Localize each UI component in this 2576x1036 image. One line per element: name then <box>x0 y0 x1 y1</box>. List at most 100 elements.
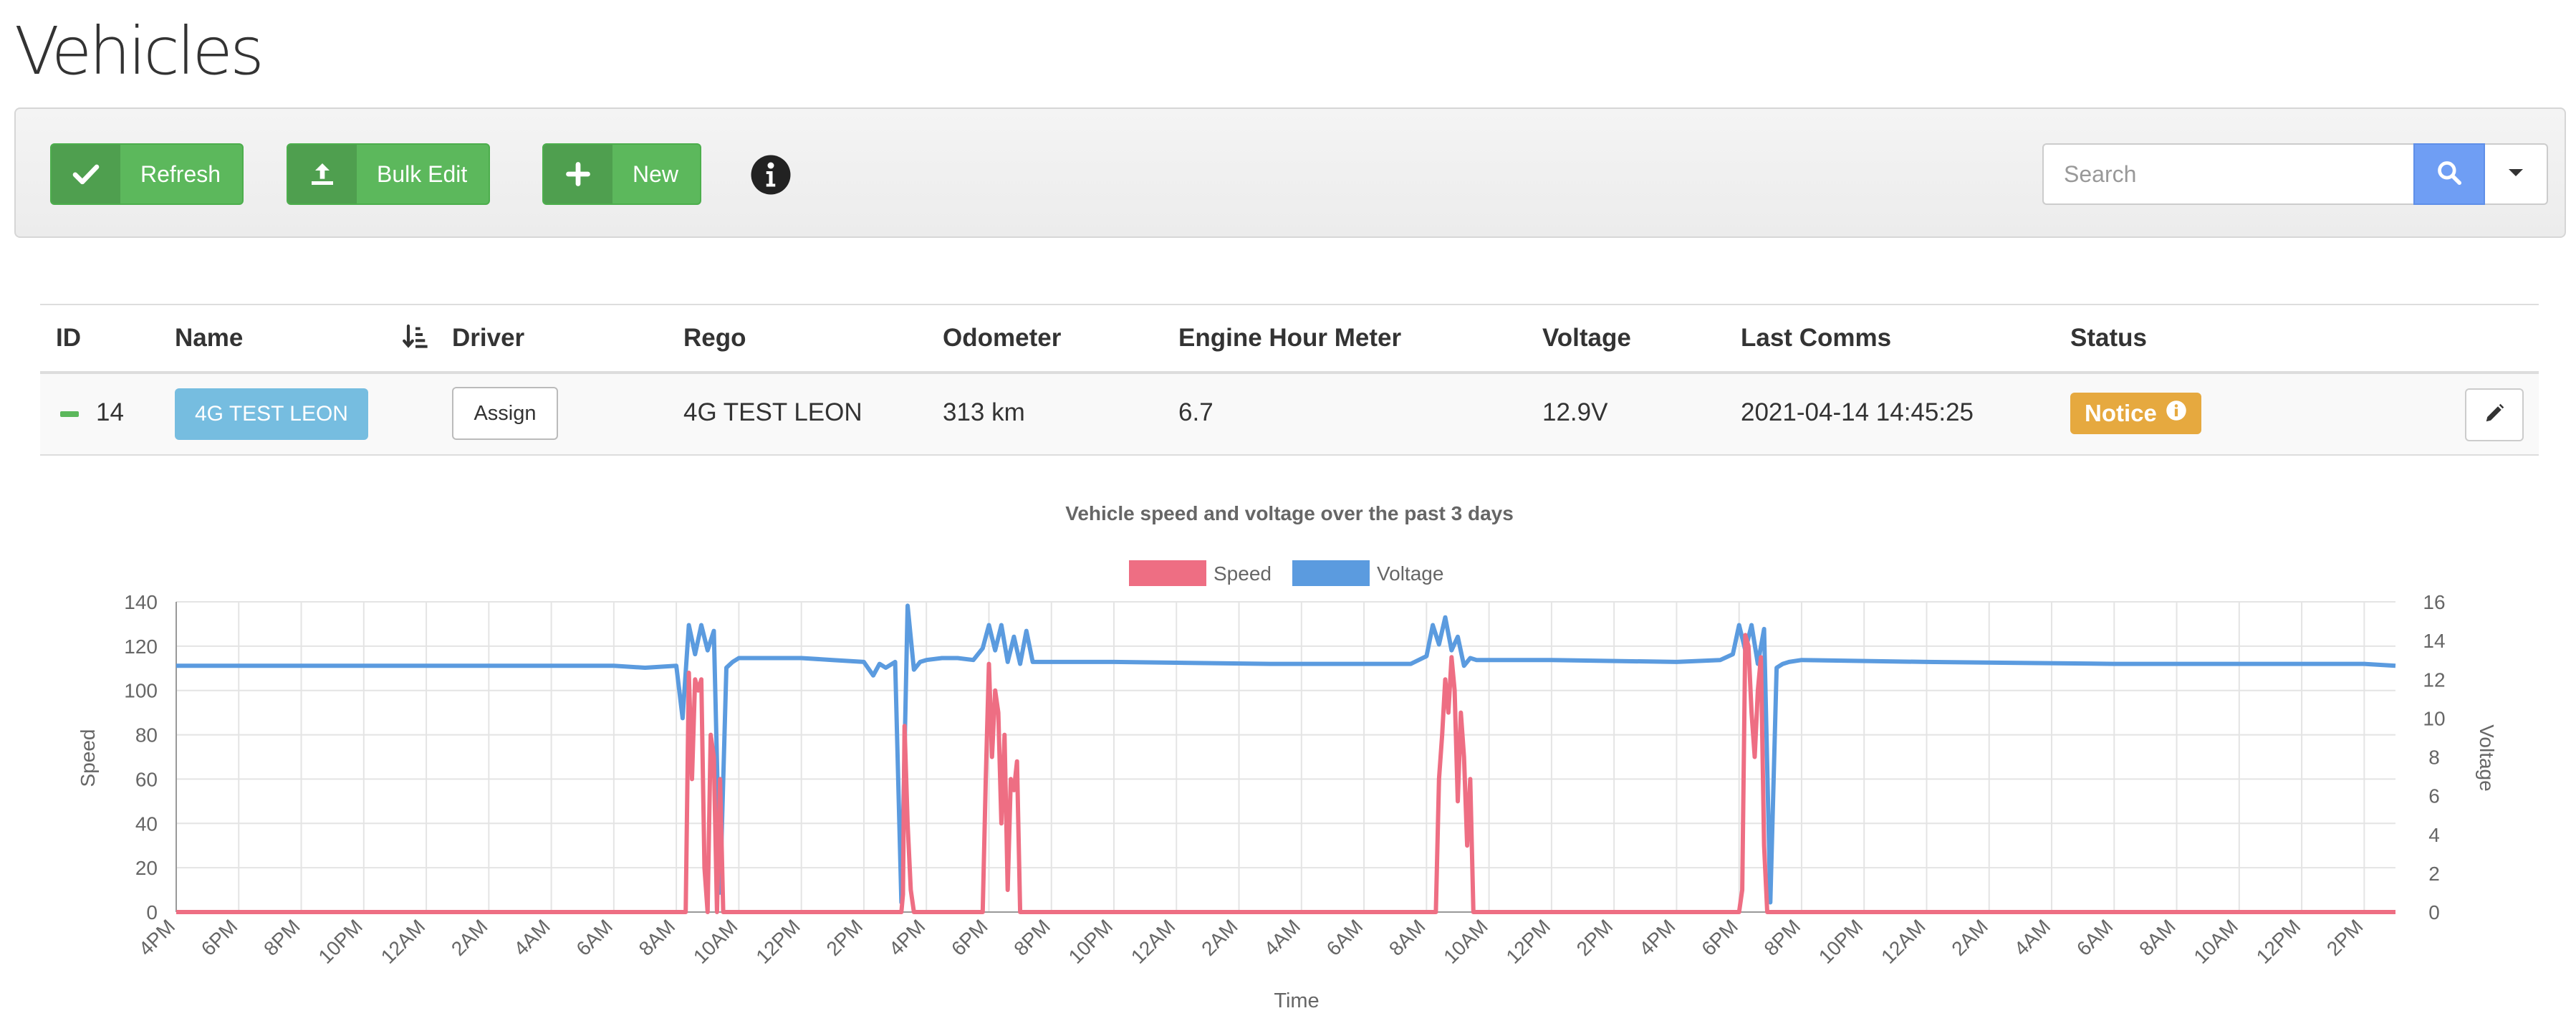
x-tick-label: 4AM <box>2010 915 2055 960</box>
cell-voltage: 12.9V <box>1542 398 1608 426</box>
col-header-name[interactable]: Name <box>175 324 243 352</box>
y-tick-label-left: 100 <box>124 680 158 702</box>
y-tick-label-right: 0 <box>2428 901 2440 924</box>
y-tick-label-left: 20 <box>135 857 158 879</box>
x-tick-label: 6PM <box>197 915 242 960</box>
y-tick-label-left: 40 <box>135 812 158 835</box>
col-header-rego[interactable]: Rego <box>683 324 746 352</box>
x-tick-label: 6PM <box>947 915 992 960</box>
info-icon[interactable] <box>749 153 792 196</box>
x-tick-label: 4PM <box>1635 915 1680 960</box>
x-tick-label: 10AM <box>689 915 742 968</box>
toolbar: Refresh Bulk Edit New <box>14 107 2566 238</box>
y-axis-title-right: Voltage <box>2476 724 2498 791</box>
table-row[interactable]: 14 4G TEST LEON Assign 4G TEST LEON 313 … <box>40 374 2539 456</box>
bulk-edit-button[interactable]: Bulk Edit <box>287 143 491 205</box>
cell-engine-hours: 6.7 <box>1178 398 1213 426</box>
x-tick-label: 12AM <box>1127 915 1180 968</box>
col-header-id[interactable]: ID <box>56 324 81 352</box>
y-tick-label-right: 2 <box>2428 863 2440 885</box>
edit-button[interactable] <box>2465 388 2524 441</box>
x-tick-label: 6PM <box>1697 915 1742 960</box>
y-tick-label-right: 12 <box>2423 668 2445 691</box>
x-tick-label: 4AM <box>509 915 554 960</box>
cell-id: 14 <box>96 398 124 426</box>
x-tick-label: 12AM <box>377 915 430 968</box>
bulk-edit-label: Bulk Edit <box>377 160 468 187</box>
x-tick-label: 12PM <box>751 915 804 968</box>
y-tick-label-left: 0 <box>146 901 158 924</box>
search-input[interactable] <box>2042 143 2415 205</box>
new-label: New <box>633 160 679 187</box>
x-tick-label: 8PM <box>1760 915 1805 960</box>
status-badge[interactable]: Notice <box>2070 393 2201 434</box>
x-tick-label: 10AM <box>1439 915 1492 968</box>
speed-series-line <box>176 633 2395 914</box>
x-tick-label: 4PM <box>135 915 180 960</box>
y-tick-label-left: 60 <box>135 768 158 790</box>
x-axis-title: Time <box>1274 989 1319 1012</box>
refresh-button[interactable]: Refresh <box>50 143 244 205</box>
x-tick-label: 6AM <box>2072 915 2118 960</box>
new-button[interactable]: New <box>542 143 702 205</box>
x-tick-label: 6AM <box>572 915 617 960</box>
upload-icon <box>288 145 357 203</box>
col-header-odometer[interactable]: Odometer <box>943 324 1061 352</box>
x-tick-label: 8AM <box>1385 915 1430 960</box>
cell-last-comms: 2021-04-14 14:45:25 <box>1741 398 1974 426</box>
check-icon <box>52 145 120 203</box>
refresh-label: Refresh <box>140 160 221 187</box>
y-tick-label-right: 10 <box>2423 707 2445 729</box>
search-options-dropdown[interactable] <box>2485 143 2548 205</box>
x-tick-label: 8AM <box>635 915 680 960</box>
search-button[interactable] <box>2413 143 2485 205</box>
x-tick-label: 8PM <box>1009 915 1054 960</box>
y-tick-label-right: 14 <box>2423 630 2445 652</box>
cell-odometer: 313 km <box>943 398 1025 426</box>
sort-icon[interactable] <box>401 322 430 355</box>
col-header-driver[interactable]: Driver <box>452 324 524 352</box>
y-tick-label-right: 4 <box>2428 824 2440 846</box>
x-tick-label: 4PM <box>885 915 930 960</box>
speed-voltage-chart: Vehicle speed and voltage over the past … <box>77 502 2498 1012</box>
col-header-voltage[interactable]: Voltage <box>1542 324 1631 352</box>
plus-icon <box>544 145 612 203</box>
cell-rego: 4G TEST LEON <box>683 398 862 426</box>
x-tick-label: 2PM <box>2322 915 2368 960</box>
x-tick-label: 2PM <box>822 915 868 960</box>
table-header: ID Name Driver Rego Odometer Engine Hour… <box>40 304 2539 374</box>
page-title: Vehicles <box>14 13 264 90</box>
x-tick-label: 12PM <box>2252 915 2305 968</box>
x-tick-label: 10AM <box>2189 915 2242 968</box>
assign-driver-button[interactable]: Assign <box>452 387 558 440</box>
legend-label-voltage: Voltage <box>1377 562 1443 585</box>
legend-swatch-voltage <box>1292 560 1370 586</box>
y-tick-label-left: 80 <box>135 724 158 747</box>
x-tick-label: 10PM <box>1815 915 1868 968</box>
x-tick-label: 8PM <box>259 915 304 960</box>
col-header-last-comms[interactable]: Last Comms <box>1741 324 1891 352</box>
x-tick-label: 2PM <box>1572 915 1618 960</box>
x-tick-label: 2AM <box>447 915 492 960</box>
y-axis-title-left: Speed <box>77 729 99 787</box>
y-tick-label-right: 16 <box>2423 591 2445 613</box>
chart-title: Vehicle speed and voltage over the past … <box>1065 502 1514 524</box>
row-status-indicator <box>60 411 79 417</box>
col-header-engine-hour-meter[interactable]: Engine Hour Meter <box>1178 324 1401 352</box>
x-tick-label: 12AM <box>1877 915 1930 968</box>
col-header-status[interactable]: Status <box>2070 324 2147 352</box>
x-tick-label: 4AM <box>1259 915 1304 960</box>
voltage-series-line <box>176 603 2396 905</box>
legend-swatch-speed <box>1129 560 1206 586</box>
caret-down-icon <box>2507 168 2524 181</box>
info-circle-icon <box>2166 400 2187 427</box>
x-tick-label: 10PM <box>1064 915 1118 968</box>
search-icon <box>2436 159 2463 190</box>
x-tick-label: 2AM <box>1197 915 1242 960</box>
status-label: Notice <box>2085 400 2157 426</box>
pencil-icon <box>2484 403 2505 428</box>
vehicle-name-button[interactable]: 4G TEST LEON <box>175 388 368 440</box>
x-tick-label: 6AM <box>1322 915 1368 960</box>
y-tick-label-right: 8 <box>2428 747 2440 769</box>
y-tick-label-left: 140 <box>124 591 158 613</box>
